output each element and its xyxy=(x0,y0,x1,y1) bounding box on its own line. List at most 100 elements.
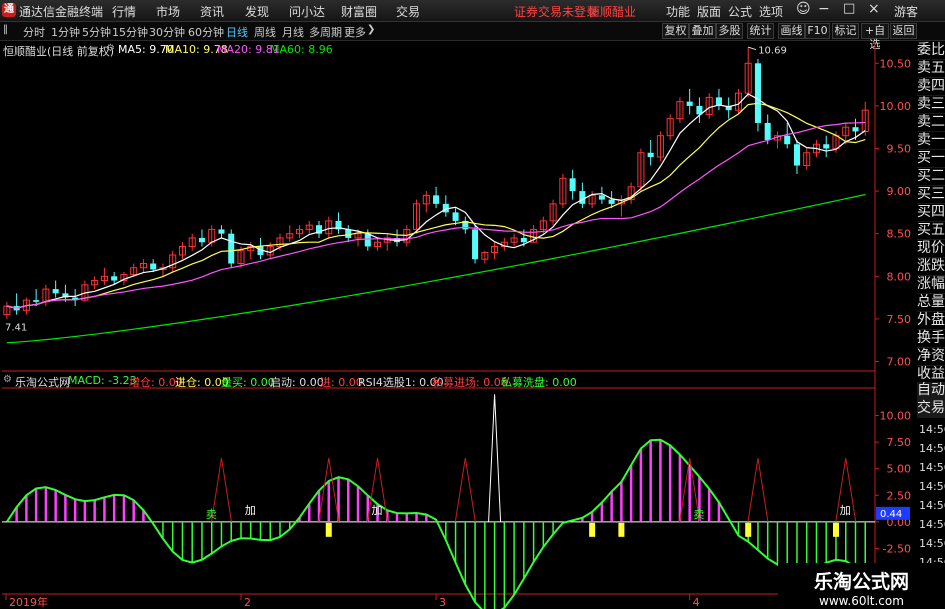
candle-down xyxy=(345,229,352,238)
yellow-marker xyxy=(832,522,839,537)
watermark-title: 乐淘公式网 xyxy=(813,571,909,593)
candle-down xyxy=(598,195,605,200)
candle-down xyxy=(228,233,235,264)
candle-down xyxy=(111,276,118,281)
candle-down xyxy=(364,233,371,247)
price-chart[interactable]: 10.50 10.00 9.50 9.00 8.50 8.00 7.50 7.00 10.00 7… xyxy=(0,0,945,609)
time-readout: 14:56 xyxy=(919,423,945,436)
price-tick-label: 8.50 xyxy=(887,228,912,241)
side-item-9[interactable]: 买四 xyxy=(917,204,945,222)
price-tick-label: 9.00 xyxy=(887,185,912,198)
main-chart-title: 恒顺醋业(日线 前复权) xyxy=(3,45,115,58)
price-tick-label: 9.50 xyxy=(887,142,912,155)
time-tick-label: 4 xyxy=(693,596,700,609)
liangmai-value: 量买: 0.00 xyxy=(221,376,275,389)
smxp-value: 私募洗盘: 0.00 xyxy=(501,376,577,389)
yellow-marker xyxy=(618,522,625,537)
time-readout: 14:56 xyxy=(919,461,945,474)
side-item-13[interactable]: 涨幅 xyxy=(917,276,945,294)
time-readout: 14:56 xyxy=(919,442,945,455)
price-tick-label: 7.50 xyxy=(887,313,912,326)
ma60-value: MA60: 8.96 xyxy=(270,43,333,56)
yellow-marker xyxy=(325,522,332,537)
side-item-17[interactable]: 净资 xyxy=(917,348,945,366)
yellow-marker xyxy=(745,522,752,537)
add-label: 加 xyxy=(372,504,383,517)
side-item-1[interactable]: 卖五 xyxy=(917,60,945,78)
candle-down xyxy=(686,101,693,106)
side-item-2[interactable]: 卖四 xyxy=(917,78,945,96)
candle-down xyxy=(793,144,800,166)
signal-triangle xyxy=(454,457,476,522)
time-tick-label: 2 xyxy=(244,596,251,609)
time-tick-label: 3 xyxy=(439,596,446,609)
time-readout: 14:56 xyxy=(919,537,945,550)
low-label: 7.41 xyxy=(5,323,27,334)
indicator-tick-label: 7.50 xyxy=(887,436,912,449)
signal-spike xyxy=(488,394,502,522)
candle-down xyxy=(452,212,459,221)
jin-value: 进: 0.00 xyxy=(320,376,363,389)
sell-label: 卖 xyxy=(693,508,704,521)
high-label: 10.69 xyxy=(758,46,787,57)
candle-down xyxy=(823,144,830,149)
candle-down xyxy=(433,195,440,204)
candle-down xyxy=(647,152,654,158)
indicator-tick-label: 2.50 xyxy=(887,489,912,502)
candle-down xyxy=(754,63,761,123)
price-tick-label: 7.00 xyxy=(887,355,912,368)
indicator-tick-label: 5.00 xyxy=(887,463,912,476)
rsi4-value: RSI4选股1: 0.00 xyxy=(358,376,444,389)
side-item-14[interactable]: 总量 xyxy=(917,294,945,312)
side-item-7[interactable]: 买二 xyxy=(917,168,945,186)
price-tick-label: 8.00 xyxy=(887,270,912,283)
side-item-8[interactable]: 买三 xyxy=(917,186,945,204)
ma60-line xyxy=(6,193,866,344)
candle-down xyxy=(608,199,615,204)
candle-down xyxy=(33,300,40,302)
side-item-19[interactable]: 自动 xyxy=(917,382,945,400)
side-item-3[interactable]: 卖三 xyxy=(917,96,945,114)
candle-down xyxy=(569,178,576,192)
qidong-value: 启动: 0.00 xyxy=(270,376,324,389)
macd-value: MACD: -3.23 xyxy=(68,374,137,387)
side-item-6[interactable]: 买一 xyxy=(917,150,945,168)
indicator-tick-label: -2.50 xyxy=(883,542,911,555)
side-item-5[interactable]: 卖一 xyxy=(917,132,945,150)
time-readout: 14:56 xyxy=(919,518,945,531)
candle-down xyxy=(764,122,771,140)
candle-down xyxy=(150,263,157,270)
signal-triangle xyxy=(747,457,769,522)
watermark: 乐淘公式网 www.60lt.com xyxy=(778,563,945,609)
sell-label: 卖 xyxy=(206,508,217,521)
watermark-url: www.60lt.com xyxy=(819,594,904,608)
settings-icon[interactable]: ⚙ xyxy=(106,43,115,54)
indicator-tick-label: 10.00 xyxy=(880,410,912,423)
side-item-10[interactable]: 买五 xyxy=(917,222,945,240)
price-tick-label: 10.50 xyxy=(880,57,912,70)
candle-down xyxy=(852,127,859,132)
price-tick-label: 10.00 xyxy=(880,100,912,113)
side-item-0[interactable]: 委比 xyxy=(917,42,945,60)
smjc-value: 私募进场: 0.00 xyxy=(432,376,508,389)
add-label: 加 xyxy=(245,504,256,517)
candle-down xyxy=(52,289,59,294)
side-item-15[interactable]: 外盘 xyxy=(917,312,945,330)
side-item-11[interactable]: 现价 xyxy=(917,240,945,258)
candle-down xyxy=(784,135,791,145)
candle-down xyxy=(198,237,205,243)
side-item-4[interactable]: 卖二 xyxy=(917,114,945,132)
high-marker xyxy=(748,46,757,51)
time-readout: 14:56 xyxy=(919,480,945,493)
time-tick-label: 2019年 xyxy=(9,595,48,609)
side-item-20[interactable]: 交易 xyxy=(917,400,945,418)
side-item-16[interactable]: 换手 xyxy=(917,330,945,348)
candle-down xyxy=(218,229,225,234)
candle-down xyxy=(472,229,479,260)
candle-down xyxy=(579,191,586,204)
add-label: 加 xyxy=(840,504,851,517)
quote-sidebar: 委比 卖五 卖四 卖三 卖二 卖一 买一 买二 买三 买四 买五 现价 涨跌 涨幅 总量 外盘 换手 净资 收益 自动… xyxy=(916,42,945,418)
indicator-settings-icon[interactable]: ⚙ xyxy=(3,374,12,385)
side-item-12[interactable]: 涨跌 xyxy=(917,258,945,276)
macd-line xyxy=(6,438,866,609)
